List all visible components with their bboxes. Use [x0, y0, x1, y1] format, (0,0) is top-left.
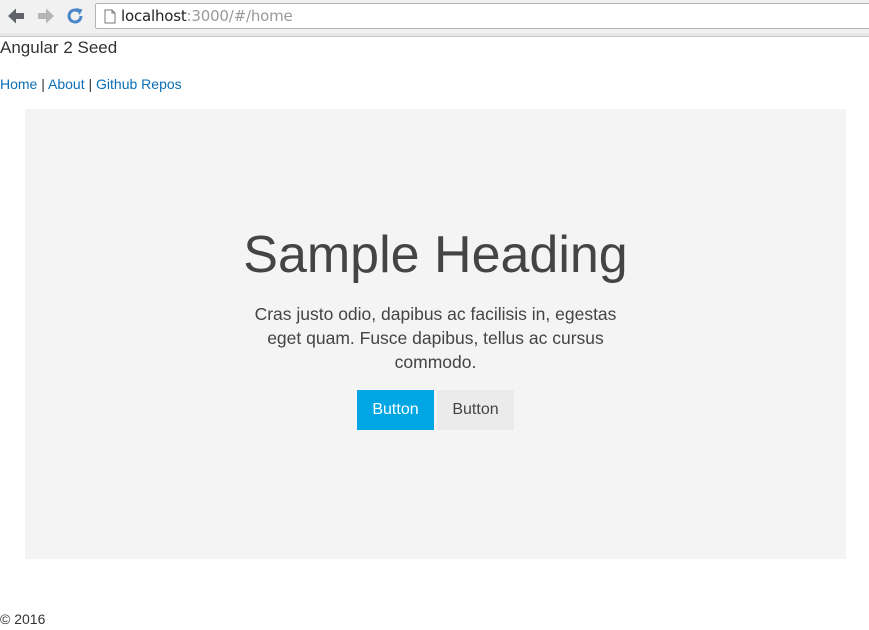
reload-icon: [67, 8, 83, 24]
nav-separator: |: [41, 76, 45, 92]
back-button[interactable]: [5, 5, 27, 27]
footer-copyright: © 2016: [0, 611, 46, 627]
page-icon: [103, 8, 117, 24]
hero-heading: Sample Heading: [243, 226, 628, 284]
url-host: localhost: [121, 7, 187, 25]
url-path: :3000/#/home: [186, 7, 293, 25]
reload-button[interactable]: [64, 5, 86, 27]
secondary-button[interactable]: Button: [437, 390, 514, 430]
nav-link-home[interactable]: Home: [0, 76, 37, 92]
arrow-left-icon: [8, 8, 24, 24]
hero-section: Sample Heading Cras justo odio, dapibus …: [25, 109, 846, 559]
nav-separator: |: [88, 76, 93, 92]
hero-buttons: Button Button: [357, 390, 514, 430]
primary-button[interactable]: Button: [357, 390, 434, 430]
nav-link-about[interactable]: About: [48, 76, 85, 92]
arrow-right-icon: [38, 8, 54, 24]
nav-link-github-repos[interactable]: Github Repos: [96, 76, 182, 92]
hero-text: Cras justo odio, dapibus ac facilisis in…: [254, 304, 617, 372]
site-nav: Home | About | Github Repos: [0, 76, 182, 92]
browser-toolbar: localhost:3000/#/home: [0, 0, 869, 37]
url-text: localhost:3000/#/home: [121, 7, 293, 25]
forward-button[interactable]: [35, 5, 57, 27]
address-bar[interactable]: localhost:3000/#/home: [95, 3, 869, 29]
site-title: Angular 2 Seed: [0, 38, 118, 57]
